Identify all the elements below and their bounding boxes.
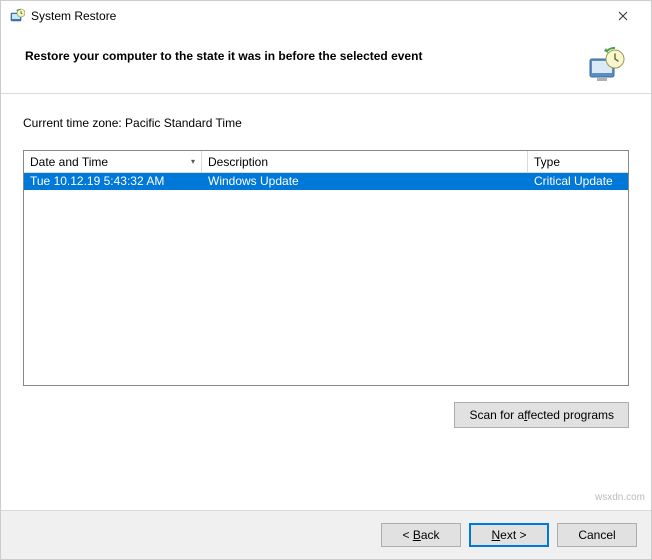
- cell-description: Windows Update: [202, 173, 528, 190]
- watermark: wsxdn.com: [595, 492, 645, 503]
- table-row[interactable]: [24, 326, 628, 343]
- column-header-type[interactable]: Type: [528, 151, 628, 173]
- scan-affected-programs-button[interactable]: Scan for affected programs: [454, 402, 629, 428]
- table-header: Date and Time ▾ Description Type: [24, 151, 628, 173]
- column-header-date[interactable]: Date and Time ▾: [24, 151, 202, 173]
- restore-hero-icon: [585, 45, 627, 87]
- table-row[interactable]: [24, 190, 628, 207]
- scan-row: Scan for affected programs: [23, 386, 629, 428]
- table-row[interactable]: [24, 275, 628, 292]
- table-row[interactable]: [24, 241, 628, 258]
- restore-points-table[interactable]: Date and Time ▾ Description Type Tue 10.…: [23, 150, 629, 386]
- system-restore-icon: [9, 8, 25, 24]
- column-header-description[interactable]: Description: [202, 151, 528, 173]
- table-row[interactable]: [24, 309, 628, 326]
- table-row[interactable]: [24, 258, 628, 275]
- wizard-footer: < Back Next > Cancel: [1, 510, 651, 559]
- window-title: System Restore: [31, 9, 603, 23]
- titlebar: System Restore: [1, 1, 651, 31]
- wizard-content: Current time zone: Pacific Standard Time…: [1, 93, 651, 428]
- wizard-header: Restore your computer to the state it wa…: [1, 31, 651, 93]
- timezone-label: Current time zone: Pacific Standard Time: [23, 116, 629, 130]
- table-row[interactable]: [24, 343, 628, 360]
- table-row[interactable]: [24, 224, 628, 241]
- table-row[interactable]: [24, 360, 628, 377]
- timezone-value: Pacific Standard Time: [125, 116, 242, 130]
- cancel-button[interactable]: Cancel: [557, 523, 637, 547]
- table-row[interactable]: Tue 10.12.19 5:43:32 AM Windows Update C…: [24, 173, 628, 190]
- sort-indicator-desc-icon: ▾: [191, 157, 195, 166]
- table-body: Tue 10.12.19 5:43:32 AM Windows Update C…: [24, 173, 628, 377]
- table-row[interactable]: [24, 292, 628, 309]
- close-button[interactable]: [603, 2, 643, 30]
- page-title: Restore your computer to the state it wa…: [25, 45, 585, 65]
- next-button[interactable]: Next >: [469, 523, 549, 547]
- timezone-prefix: Current time zone:: [23, 116, 125, 130]
- cell-date: Tue 10.12.19 5:43:32 AM: [24, 173, 202, 190]
- cell-type: Critical Update: [528, 173, 628, 190]
- back-button[interactable]: < Back: [381, 523, 461, 547]
- table-row[interactable]: [24, 207, 628, 224]
